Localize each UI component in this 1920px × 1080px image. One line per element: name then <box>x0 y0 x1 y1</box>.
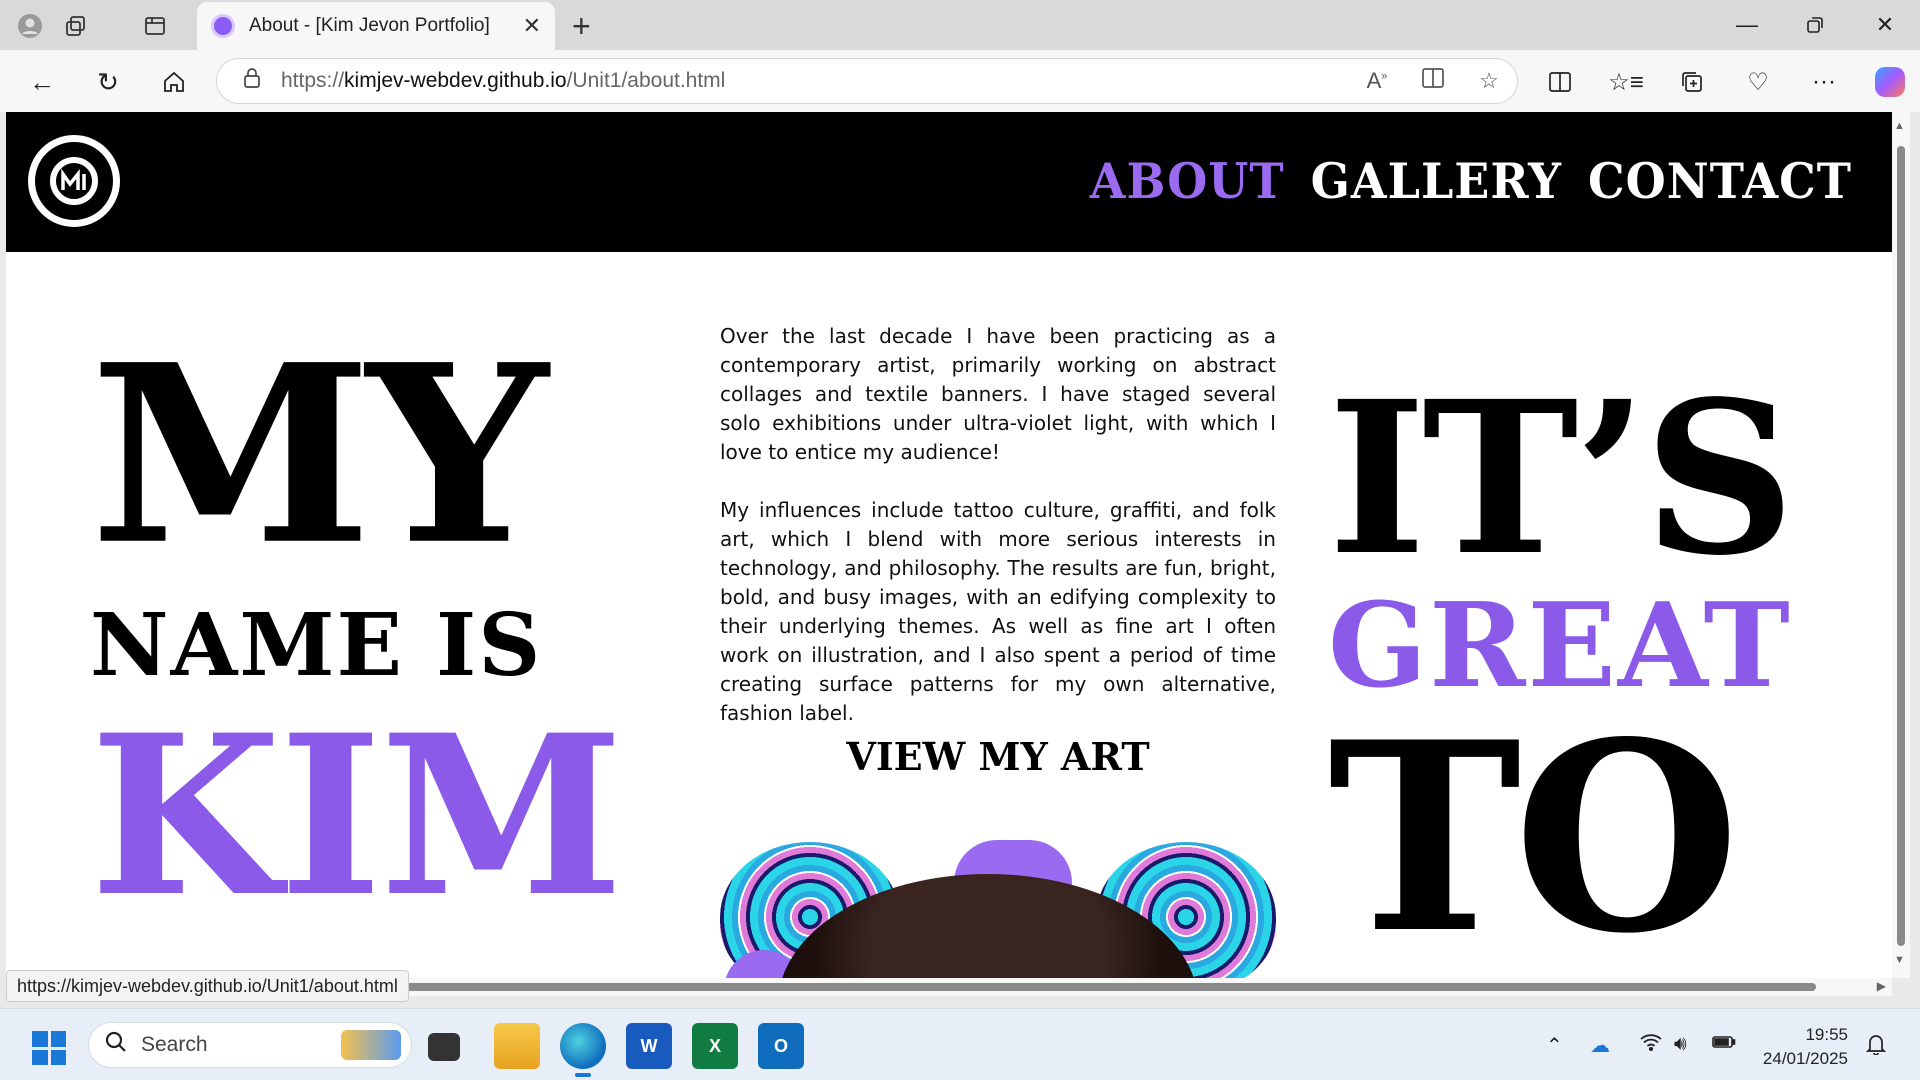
windows-start-icon[interactable] <box>32 1031 66 1065</box>
taskbar-search[interactable]: Search <box>88 1022 412 1068</box>
scroll-up-icon[interactable]: ▲ <box>1894 120 1905 132</box>
edge-icon[interactable] <box>560 1023 606 1077</box>
nav-gallery[interactable]: GALLERY <box>1311 153 1562 210</box>
nav-about[interactable]: ABOUT <box>1090 153 1285 210</box>
immersive-reader-icon[interactable] <box>1405 67 1461 95</box>
excel-icon[interactable]: X <box>692 1023 738 1069</box>
more-icon[interactable]: ··· <box>1804 64 1844 100</box>
bio-paragraph: My influences include tattoo culture, gr… <box>720 498 1276 725</box>
home-icon[interactable] <box>156 64 192 100</box>
close-window-button[interactable]: ✕ <box>1860 8 1910 42</box>
tab-bar: About - [Kim Jevon Portfolio] ✕ + — ✕ <box>0 0 1920 50</box>
workspaces-icon[interactable] <box>60 10 92 42</box>
url-text[interactable]: https://kimjev-webdev.github.io/Unit1/ab… <box>281 69 1349 93</box>
star-icon[interactable]: ☆ <box>1461 68 1517 94</box>
greeting-heading: IT’S GREAT TO <box>1328 374 1848 969</box>
logo-mark-icon <box>50 157 98 205</box>
notification-bell-icon[interactable] <box>1865 1033 1887 1061</box>
url-prefix: https:// <box>281 69 345 92</box>
view-my-art-link[interactable]: VIEW MY ART <box>720 734 1276 779</box>
restore-button[interactable] <box>1790 8 1840 42</box>
minimize-button[interactable]: — <box>1722 8 1772 42</box>
scroll-right-icon[interactable]: ▶ <box>1877 979 1886 993</box>
volume-icon[interactable]: 🔊︎ <box>1674 1033 1687 1056</box>
split-screen-icon[interactable] <box>1540 64 1580 100</box>
taskbar: Search W X O ⌃ ☁ 🔊︎ 19:55 24/01/2025 <box>0 1008 1920 1080</box>
lock-icon[interactable] <box>243 68 261 94</box>
site-nav: ABOUT GALLERY CONTACT <box>1090 153 1852 210</box>
outlook-icon[interactable]: O <box>758 1023 804 1069</box>
search-icon <box>105 1031 127 1059</box>
tab-title: About - [Kim Jevon Portfolio] <box>249 15 490 36</box>
profile-icon[interactable] <box>14 10 46 42</box>
address-bar[interactable]: https://kimjev-webdev.github.io/Unit1/ab… <box>216 58 1518 104</box>
page-viewport: ABOUT GALLERY CONTACT MY NAME IS KIM Ove… <box>6 112 1892 978</box>
scroll-down-icon[interactable]: ▼ <box>1894 954 1905 966</box>
heading-its: IT’S <box>1328 355 1795 602</box>
system-clock[interactable]: 19:55 24/01/2025 <box>1762 1023 1848 1071</box>
nav-contact[interactable]: CONTACT <box>1588 153 1852 210</box>
clock-date: 24/01/2025 <box>1762 1049 1848 1068</box>
vertical-scrollbar[interactable]: ▲ ▼ <box>1892 112 1910 978</box>
close-icon[interactable]: ✕ <box>523 13 541 39</box>
plus-icon[interactable]: + <box>572 8 591 45</box>
url-path: /Unit1/about.html <box>566 69 726 92</box>
intro-heading: MY NAME IS KIM <box>90 332 650 936</box>
link-status-bar: https://kimjev-webdev.github.io/Unit1/ab… <box>6 970 409 1002</box>
tab-about[interactable]: About - [Kim Jevon Portfolio] ✕ <box>197 2 555 50</box>
search-placeholder: Search <box>141 1033 208 1056</box>
browser-toolbar: ← ↻ https://kimjev-webdev.github.io/Unit… <box>0 50 1920 112</box>
heartbeat-icon[interactable]: ♡ <box>1738 64 1778 100</box>
vertical-scroll-thumb[interactable] <box>1897 146 1905 946</box>
site-logo[interactable] <box>28 135 120 227</box>
word-icon[interactable]: W <box>626 1023 672 1069</box>
horizontal-scroll-thumb[interactable] <box>406 983 1816 991</box>
chevron-up-icon[interactable]: ⌃ <box>1546 1033 1563 1058</box>
favorites-icon[interactable]: ☆≡ <box>1606 64 1646 100</box>
url-host: kimjev-webdev.github.io <box>344 69 567 92</box>
heading-to: TO <box>1328 686 1740 978</box>
tab-actions-icon[interactable] <box>139 10 171 42</box>
bio-text: Over the last decade I have been practic… <box>720 322 1276 728</box>
wifi-icon[interactable] <box>1640 1033 1662 1057</box>
clock-time: 19:55 <box>1805 1025 1848 1044</box>
site-header: ABOUT GALLERY CONTACT <box>6 112 1892 252</box>
onedrive-icon[interactable]: ☁ <box>1590 1033 1610 1058</box>
battery-icon[interactable] <box>1712 1033 1736 1056</box>
read-aloud-icon[interactable]: A» <box>1349 68 1405 94</box>
site-favicon-icon <box>211 14 235 38</box>
collections-icon[interactable] <box>1672 64 1712 100</box>
heading-my: MY <box>90 310 548 599</box>
search-highlight-icon <box>341 1030 401 1060</box>
back-arrow-icon[interactable]: ← <box>24 64 60 100</box>
artist-portrait-image <box>720 822 1276 978</box>
bio-paragraph: Over the last decade I have been practic… <box>720 324 1276 464</box>
heading-kim: KIM <box>90 686 624 945</box>
copilot-icon[interactable] <box>1870 64 1910 100</box>
task-view-icon[interactable] <box>428 1033 460 1061</box>
refresh-icon[interactable]: ↻ <box>90 64 126 100</box>
file-explorer-icon[interactable] <box>494 1023 540 1069</box>
